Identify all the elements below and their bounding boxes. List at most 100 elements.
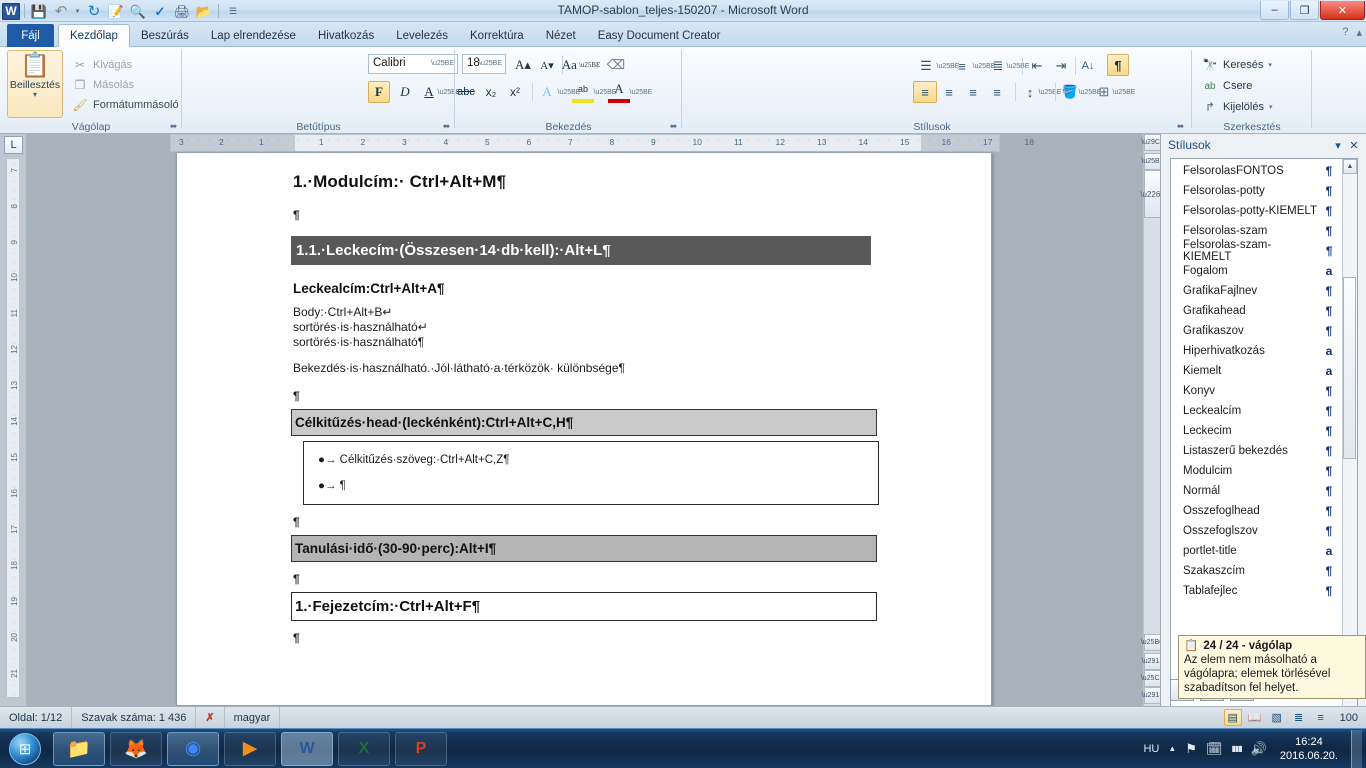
taskbar-word[interactable]: W (281, 731, 333, 766)
tab-kezdolap[interactable]: Kezdőlap (58, 24, 130, 47)
window-controls[interactable]: – ❐ ✕ (1260, 0, 1366, 21)
select-browse-object-button[interactable]: \u29C9 (1141, 134, 1164, 151)
taskbar-chrome[interactable]: ◉ (167, 731, 219, 766)
style-list-item[interactable]: Grafikaszov ¶ (1171, 321, 1343, 341)
replace-button[interactable]: ab Csere (1200, 76, 1252, 96)
page-indicator[interactable]: Oldal: 1/12 (0, 706, 73, 729)
document-vertical-scrollbar[interactable]: \u29C9 \u25B2 \u2261 \u25BC \u2912 \u25C… (1140, 134, 1165, 706)
tab-easy-document-creator[interactable]: Easy Document Creator (587, 24, 732, 47)
style-list-item[interactable]: Normál ¶ (1171, 481, 1343, 501)
help-icon[interactable]: ? (1342, 26, 1348, 39)
styles-dialog-launcher[interactable]: ⬌ (1175, 121, 1186, 132)
style-list-item[interactable]: Hiperhivatkozás a (1171, 341, 1343, 361)
ruler-minor-tick: · (467, 137, 470, 144)
start-button[interactable]: ⊞ (2, 731, 48, 767)
language-indicator-tray[interactable]: HU (1143, 743, 1159, 755)
document-body[interactable]: 1.·Modulcím:· Ctrl+Alt+M¶ ¶ 1.1.·Leckecí… (177, 153, 991, 645)
collapse-ribbon-icon[interactable]: ▴ (1356, 26, 1362, 39)
tab-selector-button[interactable]: L (4, 136, 23, 154)
style-list-item[interactable]: Grafikahead ¶ (1171, 301, 1343, 321)
format-painter-button[interactable]: 🖌 Formátummásoló (70, 95, 178, 115)
paste-dropdown-caret[interactable]: ▾ (8, 91, 62, 99)
show-hidden-icons-icon[interactable]: ▲ (1168, 744, 1176, 753)
taskbar-excel[interactable]: X (338, 731, 390, 766)
paste-button[interactable]: 📋 Beillesztés ▾ (7, 50, 63, 118)
style-list-item[interactable]: Felsorolas-szam ¶ (1171, 221, 1343, 241)
full-screen-reading-view-button[interactable]: 📖 (1246, 709, 1264, 726)
tab-file[interactable]: Fájl (7, 24, 54, 47)
style-list-item[interactable]: Modulcim ¶ (1171, 461, 1343, 481)
style-list-item[interactable]: portlet-title a (1171, 541, 1343, 561)
style-list-item[interactable]: Felsorolas-szam-KIEMELT ¶ (1171, 239, 1343, 263)
previous-page-button[interactable]: \u2912 (1142, 653, 1163, 670)
zoom-level[interactable]: 100 (1334, 712, 1358, 724)
style-list-item[interactable]: Leckecim ¶ (1171, 421, 1343, 441)
scroll-down-button[interactable]: \u25BC (1141, 634, 1164, 651)
tab-lap-elrendezese[interactable]: Lap elrendezése (200, 24, 307, 47)
paragraph-dialog-launcher[interactable]: ⬌ (668, 121, 679, 132)
font-dialog-launcher[interactable]: ⬌ (441, 121, 452, 132)
taskbar-firefox[interactable]: 🦊 (110, 731, 162, 766)
select-dropdown-icon[interactable]: ▾ (1269, 103, 1273, 111)
close-icon[interactable]: ✕ (1346, 139, 1362, 152)
style-list-item[interactable]: Konyv ¶ (1171, 381, 1343, 401)
action-center-icon[interactable]: 🗓 (1206, 741, 1223, 757)
style-list-item[interactable]: Kiemelt a (1171, 361, 1343, 381)
style-list-item[interactable]: Osszefoglszov ¶ (1171, 521, 1343, 541)
proofing-status[interactable]: ✗ (196, 706, 225, 729)
styles-scrollbar-thumb[interactable] (1343, 277, 1356, 459)
taskbar-powerpoint[interactable]: P (395, 731, 447, 766)
select-button[interactable]: ↱ Kijelölés ▾ (1200, 97, 1273, 117)
draft-view-button[interactable]: ≡ (1312, 709, 1330, 726)
style-list-item[interactable]: Szakaszcím ¶ (1171, 561, 1343, 581)
font-name-combobox[interactable]: Calibri \u25BE (368, 54, 458, 74)
tab-korrektura[interactable]: Korrektúra (459, 24, 535, 47)
style-list-item[interactable]: GrafikaFajlnev ¶ (1171, 281, 1343, 301)
pane-options-icon[interactable]: ▾ (1330, 139, 1346, 152)
italic-button[interactable]: D (394, 81, 416, 103)
tab-levelezes[interactable]: Levelezés (385, 24, 459, 47)
vertical-ruler-minor-tick: · (13, 611, 15, 617)
taskbar-file-explorer[interactable]: 📁 (53, 731, 105, 766)
find-button[interactable]: 🔭 Keresés ▾ (1200, 55, 1272, 75)
flag-icon[interactable]: ⚑ (1185, 741, 1197, 757)
volume-icon[interactable]: 🔊 (1251, 741, 1267, 757)
style-list-item[interactable]: Felsorolas-potty ¶ (1171, 181, 1343, 201)
style-list-item[interactable]: Tablafejlec ¶ (1171, 581, 1343, 601)
scroll-up-button[interactable]: \u25B2 (1141, 153, 1164, 170)
chevron-down-icon[interactable]: \u25BE (431, 60, 454, 67)
find-dropdown-icon[interactable]: ▾ (1268, 61, 1272, 69)
tab-beszuras[interactable]: Beszúrás (130, 24, 200, 47)
vertical-ruler-strip[interactable]: 7 8 9 10 11 12 13 14 15 16 17 18 19 20 21 · · · · · · · · · · · · ·… (6, 158, 20, 698)
tab-nezet[interactable]: Nézet (535, 24, 587, 47)
close-button[interactable]: ✕ (1320, 1, 1365, 20)
style-list-item[interactable]: Felsorolas-potty-KIEMELT ¶ (1171, 201, 1343, 221)
scrollbar-thumb[interactable]: \u2261 (1140, 170, 1165, 218)
style-list-item[interactable]: Osszefoglhead ¶ (1171, 501, 1343, 521)
style-list-item[interactable]: FelsorolasFONTOS ¶ (1171, 161, 1343, 181)
taskbar-media-player[interactable]: ▶ (224, 731, 276, 766)
cut-button[interactable]: ✂ Kivágás (70, 55, 132, 75)
maximize-button[interactable]: ❐ (1290, 1, 1319, 20)
browse-object-button[interactable]: \u25CB (1141, 670, 1164, 687)
style-list-item[interactable]: Leckealcím ¶ (1171, 401, 1343, 421)
style-list-item[interactable]: Listaszerű bekezdés ¶ (1171, 441, 1343, 461)
tab-hivatkozas[interactable]: Hivatkozás (307, 24, 385, 47)
minimize-button[interactable]: – (1260, 1, 1289, 20)
network-icon[interactable]: ▮▮▮ (1231, 744, 1242, 753)
language-indicator[interactable]: magyar (225, 706, 281, 729)
document-page[interactable]: 1.·Modulcím:· Ctrl+Alt+M¶ ¶ 1.1.·Leckecí… (176, 152, 992, 706)
word-count[interactable]: Szavak száma: 1 436 (72, 706, 197, 729)
show-desktop-button[interactable] (1351, 729, 1362, 768)
print-layout-view-button[interactable]: ▤ (1223, 709, 1242, 726)
outline-view-button[interactable]: ≣ (1290, 709, 1308, 726)
next-page-button[interactable]: \u2913 (1142, 687, 1163, 704)
horizontal-ruler[interactable]: 3 2 1 1 2 3 4 5 6 7 8 9 10 11 12 13 14 15 16 17 18 · · · · · · · · · ·… (170, 134, 1034, 152)
bold-button[interactable]: F (368, 81, 390, 103)
style-list-item[interactable]: Fogalom a (1171, 261, 1343, 281)
clipboard-dialog-launcher[interactable]: ⬌ (168, 121, 179, 132)
web-layout-view-button[interactable]: ▧ (1268, 709, 1286, 726)
clock[interactable]: 16:24 2016.06.20. (1276, 735, 1342, 763)
copy-button[interactable]: ❐ Másolás (70, 75, 134, 95)
styles-scroll-up-button[interactable]: ▲ (1343, 159, 1357, 174)
